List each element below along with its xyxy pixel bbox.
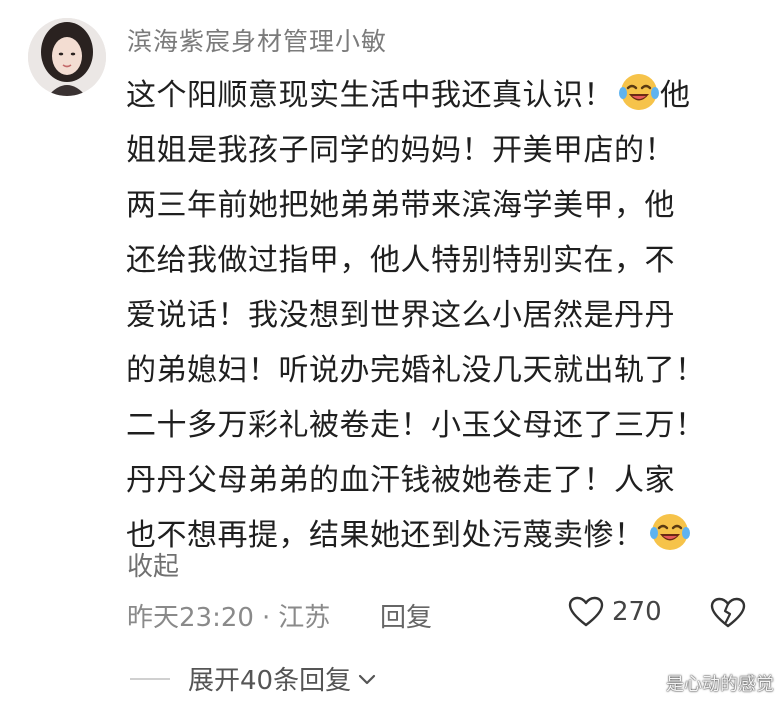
comment-line: 二十多万彩礼被卷走！小玉父母还了三万！ — [126, 408, 706, 443]
watermark: 是心动的感觉 — [666, 674, 774, 695]
comment-line: 爱说话！我没想到世界这么小居然是丹丹 — [126, 298, 675, 333]
username[interactable]: 滨海紫宸身材管理小敏 — [127, 22, 387, 58]
divider — [130, 677, 170, 680]
like-count: 270 — [612, 597, 662, 627]
expand-replies-label[interactable]: 展开40条回复 — [188, 660, 351, 697]
dislike-button[interactable] — [710, 597, 746, 633]
laughing-crying-emoji-icon — [649, 514, 690, 550]
avatar[interactable] — [28, 18, 106, 96]
comment-line-text: 也不想再提，结果她还到处污蔑卖惨！ — [126, 518, 645, 553]
comment-line: 两三年前她把她弟弟带来滨海学美甲，他 — [126, 188, 675, 223]
comment-line: 丹丹父母弟弟的血汗钱被她卷走了！人家 — [126, 463, 675, 498]
comment-line: 这个阳顺意现实生活中我还真认识！ 他 — [126, 68, 756, 123]
comment-line-tail: 他 — [660, 78, 691, 113]
heart-icon — [568, 596, 604, 627]
avatar-image — [28, 18, 106, 96]
location: 江苏 — [278, 603, 331, 633]
collapse-button[interactable]: 收起 — [127, 546, 179, 583]
timestamp: 昨天23:20 — [127, 603, 254, 633]
broken-heart-icon — [710, 597, 746, 628]
comment-line: 的弟媳妇！听说办完婚礼没几天就出轨了！ — [126, 353, 706, 388]
laughing-crying-emoji-icon — [619, 74, 659, 110]
comment-meta: 昨天23:20 · 江苏 — [127, 597, 330, 634]
comment-text: 这个阳顺意现实生活中我还真认识！ 他 姐姐是我孩子同学的妈妈！开美甲店的！ 两三年… — [126, 68, 756, 563]
comment-screen: 滨海紫宸身材管理小敏 这个阳顺意现实生活中我还真认识！ 他 姐姐是我孩子同学的妈妈… — [0, 0, 784, 708]
chevron-down-icon — [358, 674, 376, 684]
comment-line-text: 这个阳顺意现实生活中我还真认识！ — [126, 78, 614, 113]
comment-line: 还给我做过指甲，他人特别特别实在，不 — [126, 243, 675, 278]
comment-line: 也不想再提，结果她还到处污蔑卖惨！ — [126, 508, 756, 563]
like-button[interactable]: 270 — [568, 596, 662, 628]
comment-line: 姐姐是我孩子同学的妈妈！开美甲店的！ — [126, 133, 675, 168]
reply-button[interactable]: 回复 — [380, 597, 432, 634]
expand-replies[interactable]: 展开40条回复 — [130, 660, 377, 697]
separator-dot: · — [261, 603, 271, 633]
